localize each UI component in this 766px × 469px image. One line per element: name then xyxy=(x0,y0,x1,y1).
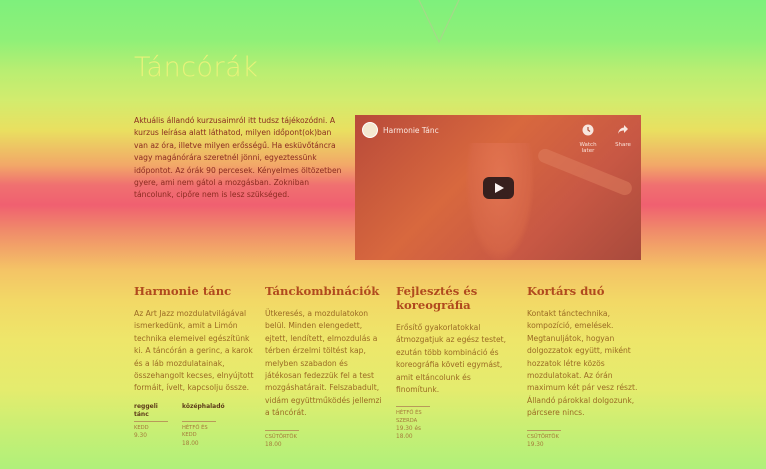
youtube-video-player[interactable]: Harmonie Tánc Watch later Share xyxy=(355,115,641,260)
course-title: Tánckombinációk xyxy=(265,284,380,298)
watch-later-label: Watch later xyxy=(579,142,597,154)
course-description: Kontakt tánctechnika, kompozíció, emelés… xyxy=(527,309,638,418)
divider xyxy=(396,406,430,408)
watch-later-button[interactable]: Watch later xyxy=(573,121,603,154)
intro-text: Aktuális állandó kurzusaimról itt tudsz … xyxy=(134,116,342,200)
course-title: Kortárs duó xyxy=(527,284,605,298)
share-icon xyxy=(618,125,628,134)
course-schedule: csütörtök 19.30 xyxy=(527,428,647,450)
channel-avatar-icon[interactable] xyxy=(362,122,378,138)
divider xyxy=(265,429,299,431)
schedule-time: 9.30 xyxy=(134,433,147,440)
schedule-item: hétfő és szerda 19.30 és 18.00 xyxy=(396,404,430,441)
video-thumbnail-figure xyxy=(465,143,535,260)
divider xyxy=(182,420,216,422)
course-harmonie: Harmonie tánc Az Art Jazz mozdulatvilágá… xyxy=(134,284,254,448)
schedule-day: csütörtök xyxy=(265,433,297,440)
course-description: Az Art Jazz mozdulatvilágával ismerkedün… xyxy=(134,309,254,393)
course-schedule: hétfő és szerda 19.30 és 18.00 xyxy=(396,404,516,441)
schedule-time: 19.30 xyxy=(527,442,544,449)
schedule-time: 18.00 xyxy=(182,440,199,447)
clock-icon xyxy=(582,124,594,136)
divider xyxy=(527,429,561,431)
course-description: Erősítő gyakorlatokkal átmozgatjuk az eg… xyxy=(396,323,507,395)
schedule-day: kedd xyxy=(134,424,149,431)
divider xyxy=(134,420,168,422)
course-kortars-duo: Kortárs duó Kontakt tánctechnika, kompoz… xyxy=(527,284,647,449)
share-button[interactable]: Share xyxy=(610,121,636,148)
schedule-item: csütörtök 18.00 xyxy=(265,428,299,450)
course-tanckombinaciok: Tánckombinációk Ütkeresés, a mozdulatoko… xyxy=(265,284,385,449)
schedule-day: hétfő és szerda xyxy=(396,410,422,424)
schedule-time: 18.00 xyxy=(265,442,282,449)
schedule-level: középhaladó xyxy=(182,402,225,410)
schedule-item: csütörtök 19.30 xyxy=(527,428,561,450)
schedule-day: hétfő és kedd xyxy=(182,424,208,439)
schedule-level: reggeli tánc xyxy=(134,402,158,418)
chevron-down-icon[interactable] xyxy=(417,0,461,44)
course-title: Harmonie tánc xyxy=(134,284,232,298)
schedule-day: csütörtök xyxy=(527,433,559,440)
course-schedule: reggeli tánc kedd 9.30 középhaladó hétfő… xyxy=(134,403,254,448)
schedule-item: reggeli tánc kedd 9.30 xyxy=(134,403,168,448)
schedule-item: középhaladó hétfő és kedd 18.00 xyxy=(182,402,225,448)
course-fejlesztes: Fejlesztés és koreográfia Erősítő gyakor… xyxy=(396,284,516,441)
course-description: Ütkeresés, a mozdulatokon belül. Minden … xyxy=(265,309,382,418)
course-schedule: csütörtök 18.00 xyxy=(265,428,385,450)
course-title: Fejlesztés és koreográfia xyxy=(396,284,478,312)
video-channel-title[interactable]: Harmonie Tánc xyxy=(383,126,439,135)
page-title: Táncórák xyxy=(134,52,259,83)
share-label: Share xyxy=(615,142,631,148)
video-thumbnail-arm xyxy=(536,146,634,198)
play-icon[interactable] xyxy=(483,177,514,199)
schedule-time: 19.30 és 18.00 xyxy=(396,426,422,441)
